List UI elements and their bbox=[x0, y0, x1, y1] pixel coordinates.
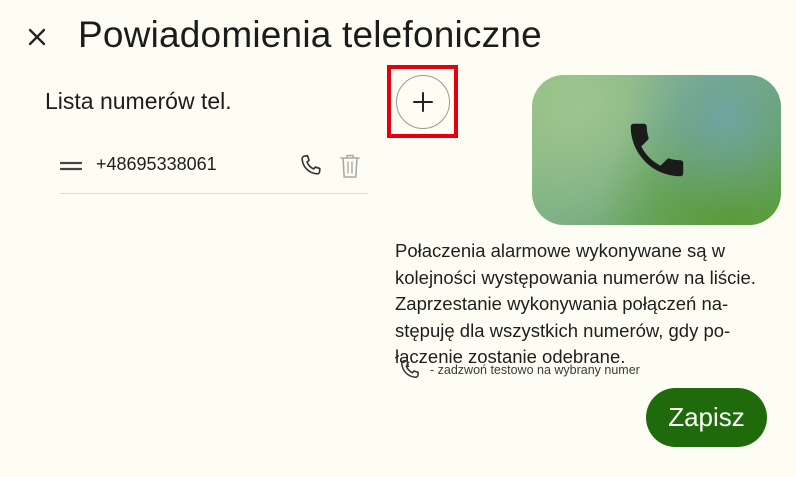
phone-icon bbox=[630, 123, 683, 177]
description-line: kolejności występowania numerów na liści… bbox=[395, 266, 756, 288]
phone-outline-icon bbox=[301, 154, 321, 175]
phone-illustration bbox=[532, 75, 781, 225]
description-line: stępuję dla wszystkich numerów, gdy po- bbox=[395, 319, 731, 341]
phone-number-row: +48695338061 bbox=[59, 140, 368, 194]
add-number-button[interactable] bbox=[395, 74, 450, 129]
call-legend: - zadzwoń testowo na wybrany numer bbox=[397, 357, 640, 383]
add-button-highlight bbox=[387, 65, 458, 138]
description: Połaczenia alarmowe wykonywane są w kole… bbox=[395, 238, 795, 371]
close-button[interactable] bbox=[22, 20, 52, 54]
description-line: Zaprzestanie wykonywania połączeń na- bbox=[395, 293, 729, 314]
delete-number-button[interactable] bbox=[339, 152, 361, 180]
test-call-button[interactable] bbox=[297, 152, 325, 180]
plus-icon bbox=[412, 91, 433, 112]
legend-text: - zadzwoń testowo na wybrany numer bbox=[430, 363, 640, 377]
dialog-title: Powiadomienia telefoniczne bbox=[78, 14, 542, 55]
list-heading: Lista numerów tel. bbox=[45, 88, 232, 114]
drag-handle-icon[interactable] bbox=[59, 156, 83, 176]
trash-icon bbox=[340, 154, 360, 178]
close-icon bbox=[28, 28, 46, 46]
description-line: Połaczenia alarmowe wykonywane są w bbox=[395, 240, 726, 261]
phone-number: +48695338061 bbox=[96, 154, 217, 174]
phone-outline-icon bbox=[401, 359, 419, 379]
save-button[interactable]: Zapisz bbox=[646, 388, 767, 447]
